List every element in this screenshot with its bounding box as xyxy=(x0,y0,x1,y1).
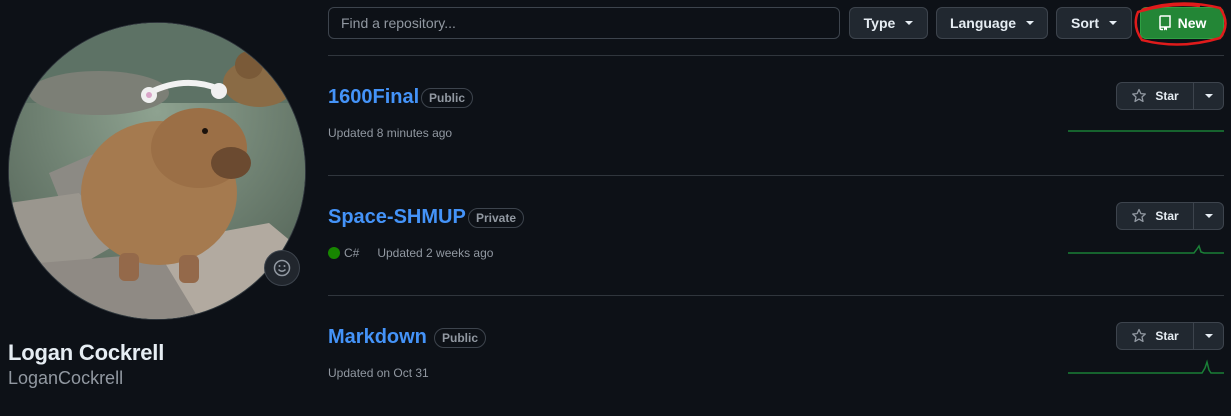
capybara-photo xyxy=(9,23,305,319)
profile-name: Logan Cockrell xyxy=(8,340,165,365)
sort-label: Sort xyxy=(1071,15,1099,31)
activity-sparkline xyxy=(1068,359,1224,374)
star-icon xyxy=(1132,208,1147,223)
language-name: C# xyxy=(344,246,360,260)
star-button[interactable]: Star xyxy=(1117,83,1194,109)
language-filter-label: Language xyxy=(949,15,1017,31)
star-list-dropdown[interactable] xyxy=(1194,203,1223,229)
sort-button[interactable]: Sort xyxy=(1056,7,1132,39)
star-button-group: Star xyxy=(1116,202,1224,230)
repo-meta: Updated 8 minutes ago xyxy=(328,126,452,140)
avatar[interactable] xyxy=(8,22,306,320)
repo-list-item: Markdown Public Updated on Oct 31 Star xyxy=(328,296,1224,416)
star-button[interactable]: Star xyxy=(1117,203,1194,229)
repo-list-item: 1600Final Public Updated 8 minutes ago S… xyxy=(328,56,1224,176)
chevron-down-icon xyxy=(1109,21,1117,25)
chevron-down-icon xyxy=(905,21,914,25)
activity-sparkline xyxy=(1068,244,1224,254)
type-filter-button[interactable]: Type xyxy=(849,7,928,39)
visibility-badge: Public xyxy=(434,328,487,348)
updated-time: Updated 2 weeks ago xyxy=(377,246,494,260)
new-button-label: New xyxy=(1177,15,1207,31)
activity-sparkline xyxy=(1068,130,1224,132)
repo-meta: C# Updated 2 weeks ago xyxy=(328,246,493,260)
star-label: Star xyxy=(1155,209,1179,223)
profile-login: LoganCockrell xyxy=(8,368,124,388)
updated-time: Updated on Oct 31 xyxy=(328,366,429,380)
star-list-dropdown[interactable] xyxy=(1194,323,1223,349)
repo-meta: Updated on Oct 31 xyxy=(328,366,429,380)
updated-time: Updated 8 minutes ago xyxy=(328,126,453,140)
star-label: Star xyxy=(1155,89,1179,103)
smiley-icon xyxy=(273,259,291,277)
star-list-dropdown[interactable] xyxy=(1194,83,1223,109)
star-button-group: Star xyxy=(1116,322,1224,350)
repo-list-item: Space-SHMUP Private C# Updated 2 weeks a… xyxy=(328,176,1224,296)
chevron-down-icon xyxy=(1204,334,1213,338)
star-button-group: Star xyxy=(1116,82,1224,110)
star-button[interactable]: Star xyxy=(1117,323,1194,349)
chevron-down-icon xyxy=(1026,21,1035,25)
visibility-badge: Public xyxy=(421,88,474,108)
new-repository-button[interactable]: New xyxy=(1140,7,1224,39)
repo-icon xyxy=(1158,15,1171,31)
repo-name-link[interactable]: 1600Final xyxy=(328,86,419,109)
visibility-badge: Private xyxy=(468,208,525,228)
star-label: Star xyxy=(1155,329,1179,343)
chevron-down-icon xyxy=(1204,94,1213,98)
language-filter-button[interactable]: Language xyxy=(936,7,1048,39)
set-status-button[interactable] xyxy=(264,250,300,286)
language-color-dot xyxy=(328,247,340,259)
type-filter-label: Type xyxy=(863,15,896,31)
repo-name-link[interactable]: Space-SHMUP xyxy=(328,206,466,229)
chevron-down-icon xyxy=(1204,214,1213,218)
star-icon xyxy=(1132,328,1147,343)
star-icon xyxy=(1132,88,1147,103)
repo-name-link[interactable]: Markdown xyxy=(328,326,427,349)
repository-search-input[interactable] xyxy=(328,7,840,39)
